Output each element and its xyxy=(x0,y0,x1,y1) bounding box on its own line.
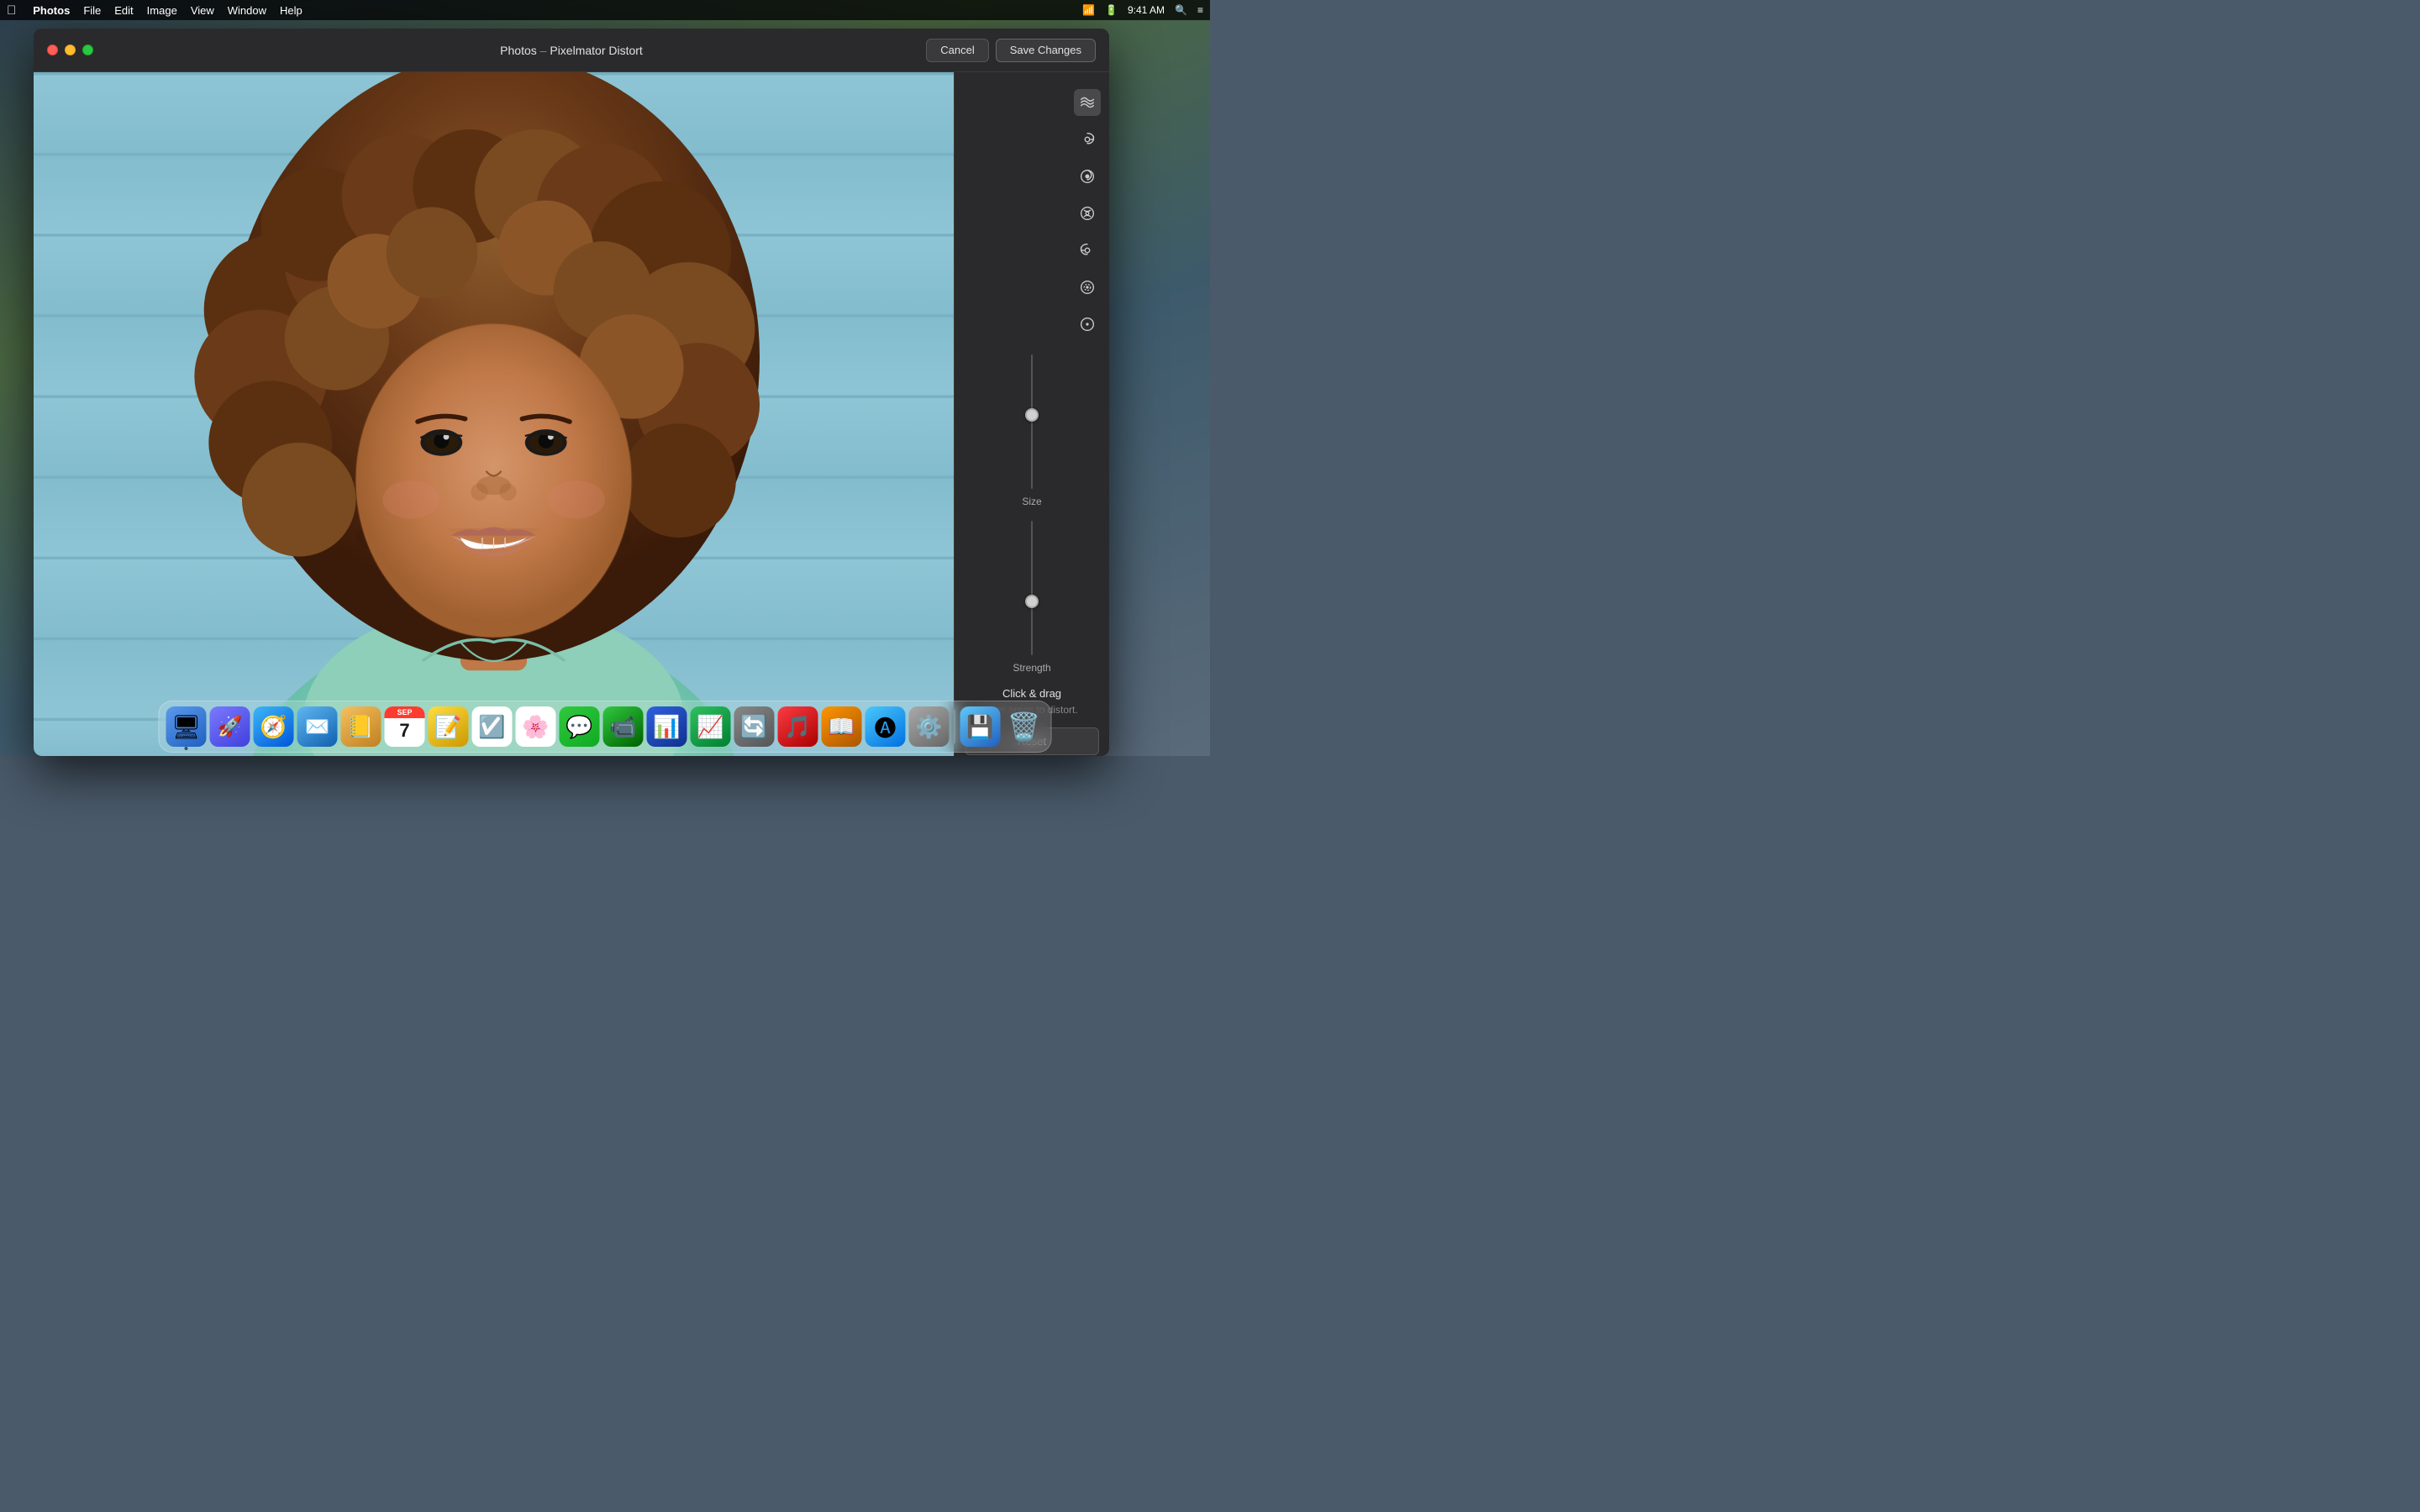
strength-slider-track xyxy=(1031,521,1033,655)
size-slider-thumb[interactable] xyxy=(1025,408,1039,422)
title-app: Photos xyxy=(500,44,537,57)
control-center-icon[interactable]: ≡ xyxy=(1197,4,1203,16)
dock-item-finder[interactable]: 🖥 xyxy=(166,706,207,747)
dock-item-notes[interactable]: 📝 xyxy=(429,706,469,747)
photo-svg xyxy=(34,72,954,756)
dock-item-safari[interactable]: 🧭 xyxy=(254,706,294,747)
dock-item-preferences[interactable]: ⚙️ xyxy=(909,706,950,747)
size-slider-track-container xyxy=(1028,354,1035,489)
title-bar: Photos – Pixelmator Distort Cancel Save … xyxy=(34,29,1109,72)
apple-menu[interactable]:  xyxy=(7,3,16,18)
cancel-button[interactable]: Cancel xyxy=(926,39,988,62)
photo-canvas[interactable] xyxy=(34,72,954,756)
distort-tool-button[interactable] xyxy=(1074,89,1101,116)
menubar-right: 📶 🔋 9:41 AM 🔍 ≡ xyxy=(1082,4,1203,16)
window-title: Photos – Pixelmator Distort xyxy=(500,44,643,57)
strength-slider-track-container xyxy=(1028,521,1035,655)
sliders-section: Size Strength xyxy=(955,354,1109,687)
dock: 🖥 🚀 🧭 ✉️ 📒 SEP 7 📝 ☑️ 🌸 💬 📹 xyxy=(159,701,1052,753)
clock: 9:41 AM xyxy=(1128,4,1165,16)
title-bar-actions: Cancel Save Changes xyxy=(926,39,1096,62)
search-icon[interactable]: 🔍 xyxy=(1175,4,1187,16)
dock-item-keynote[interactable]: 📊 xyxy=(647,706,687,747)
wifi-icon: 📶 xyxy=(1082,4,1095,16)
dock-item-airdrop[interactable]: 💾 xyxy=(960,706,1001,747)
strength-label: Strength xyxy=(1013,662,1050,674)
app-window: Photos – Pixelmator Distort Cancel Save … xyxy=(34,29,1109,756)
strength-slider-thumb[interactable] xyxy=(1025,595,1039,608)
dock-item-contacts[interactable]: 📒 xyxy=(341,706,381,747)
battery-icon: 🔋 xyxy=(1105,4,1118,16)
minimize-button[interactable] xyxy=(65,45,76,55)
title-plugin: Pixelmator Distort xyxy=(550,44,642,57)
close-button[interactable] xyxy=(47,45,58,55)
title-separator: – xyxy=(540,44,550,57)
menubar-window[interactable]: Window xyxy=(228,4,266,17)
right-panel: Size Strength Click & drag over areas to… xyxy=(954,72,1109,756)
dock-item-numbers[interactable]: 📈 xyxy=(691,706,731,747)
twirl-cw-button[interactable] xyxy=(1074,126,1101,153)
strength-slider-group: Strength xyxy=(968,521,1096,674)
dock-item-mail[interactable]: ✉️ xyxy=(297,706,338,747)
dock-item-reminders[interactable]: ☑️ xyxy=(472,706,513,747)
pinch-button[interactable] xyxy=(1074,200,1101,227)
traffic-lights xyxy=(47,45,93,55)
bump-button[interactable] xyxy=(1074,274,1101,301)
tool-icons xyxy=(955,89,1109,338)
dock-item-music[interactable]: 🎵 xyxy=(778,706,818,747)
size-slider-track xyxy=(1031,354,1033,489)
flatten-button[interactable] xyxy=(1074,311,1101,338)
twirl-inner-button[interactable] xyxy=(1074,163,1101,190)
dock-item-messages[interactable]: 💬 xyxy=(560,706,600,747)
main-content: Size Strength Click & drag over areas to… xyxy=(34,72,1109,756)
dock-item-calendar[interactable]: SEP 7 xyxy=(385,706,425,747)
menubar:  Photos File Edit Image View Window Hel… xyxy=(0,0,1210,20)
title-bar-left xyxy=(47,45,93,55)
menubar-view[interactable]: View xyxy=(191,4,214,17)
dock-item-migration[interactable]: 🔄 xyxy=(734,706,775,747)
menubar-photos[interactable]: Photos xyxy=(33,4,70,17)
twirl-ccw-button[interactable] xyxy=(1074,237,1101,264)
dock-item-appstore[interactable]: 🅐 xyxy=(865,706,906,747)
menubar-help[interactable]: Help xyxy=(280,4,302,17)
save-changes-button[interactable]: Save Changes xyxy=(996,39,1096,62)
dock-item-trash[interactable]: 🗑️ xyxy=(1004,706,1044,747)
menubar-edit[interactable]: Edit xyxy=(114,4,133,17)
menubar-left:  Photos File Edit Image View Window Hel… xyxy=(7,3,302,18)
menubar-image[interactable]: Image xyxy=(147,4,177,17)
dock-item-facetime[interactable]: 📹 xyxy=(603,706,644,747)
size-label: Size xyxy=(1022,496,1041,507)
instruction-title: Click & drag xyxy=(986,687,1077,700)
menubar-file[interactable]: File xyxy=(83,4,101,17)
dock-item-books[interactable]: 📖 xyxy=(822,706,862,747)
dock-item-launchpad[interactable]: 🚀 xyxy=(210,706,250,747)
size-slider-group: Size xyxy=(968,354,1096,507)
dock-item-photos[interactable]: 🌸 xyxy=(516,706,556,747)
maximize-button[interactable] xyxy=(82,45,93,55)
